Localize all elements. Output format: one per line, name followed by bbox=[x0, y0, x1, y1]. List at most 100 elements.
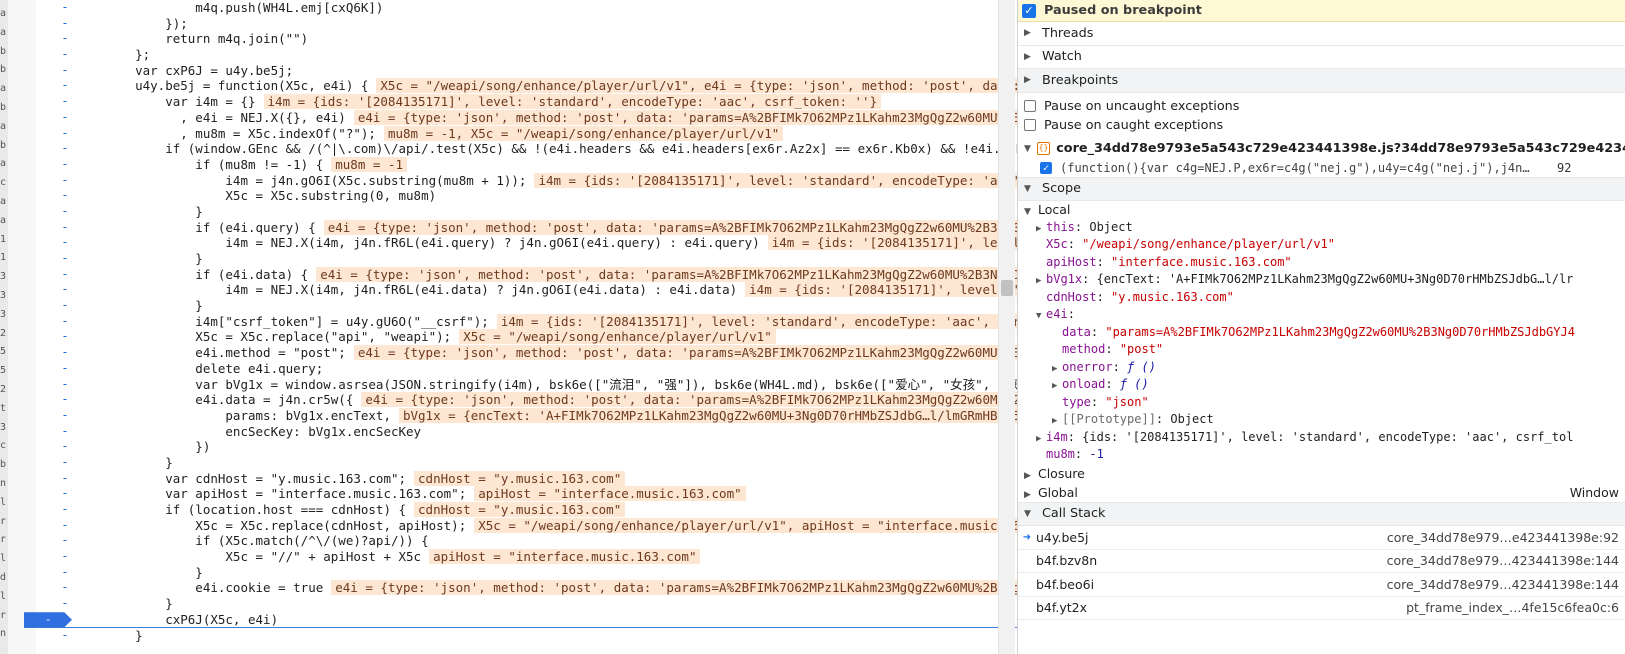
line-marker[interactable]: - bbox=[59, 628, 71, 644]
code-line[interactable]: - i4m = j4n.gO6I(X5c.substring(mu8m + 1)… bbox=[24, 172, 1035, 189]
line-marker[interactable]: - bbox=[59, 314, 71, 330]
line-marker[interactable]: - bbox=[59, 235, 71, 251]
current-breakpoint-marker[interactable]: - bbox=[24, 612, 72, 628]
scope-variable[interactable]: type: "json" bbox=[1018, 394, 1625, 412]
line-marker[interactable]: - bbox=[59, 126, 71, 142]
scope-variable[interactable]: ▶ onload: ƒ () bbox=[1018, 376, 1625, 394]
call-stack-frame[interactable]: b4f.beo6i core_34dd78e979…423441398e:144 bbox=[1018, 573, 1625, 597]
section-call-stack[interactable]: ▼ Call Stack bbox=[1018, 502, 1625, 526]
code-line[interactable]: - var cdnHost = "y.music.163.com"; cdnHos… bbox=[24, 470, 1034, 487]
scope-variable[interactable]: data: "params=A%2BFIMk7O62MPz1LKahm23MgQ… bbox=[1018, 324, 1625, 342]
code-line[interactable]: - m4q.push(WH4L.emj[cxQ6K]) bbox=[24, 0, 1034, 16]
line-marker[interactable]: - bbox=[59, 298, 71, 314]
line-marker[interactable]: - bbox=[59, 157, 71, 173]
line-marker[interactable]: - bbox=[59, 63, 71, 79]
line-marker[interactable]: - bbox=[59, 424, 71, 440]
code-line[interactable]: - i4m = NEJ.X(i4m, j4n.fR6L(e4i.data) ? … bbox=[24, 282, 1035, 298]
code-line[interactable]: - } bbox=[24, 628, 1034, 644]
scope-closure-header[interactable]: ▶ Closure bbox=[1018, 464, 1625, 484]
scope-variable[interactable]: ▶ this: Object bbox=[1018, 219, 1625, 237]
scope-variable[interactable]: ▶ i4m: {ids: '[2084135171]', level: 'stan… bbox=[1018, 429, 1625, 447]
scope-variable[interactable]: ▶ onerror: ƒ () bbox=[1018, 359, 1625, 377]
code-line[interactable]: - }); bbox=[24, 16, 1034, 32]
line-marker[interactable]: - bbox=[59, 0, 71, 16]
code-line[interactable]: - X5c = X5c.replace("api", "weapi"); X5c … bbox=[24, 329, 1034, 345]
line-marker[interactable]: - bbox=[59, 267, 71, 283]
pause-uncaught-row[interactable]: Pause on uncaught exceptions bbox=[1018, 97, 1625, 116]
line-marker[interactable]: - bbox=[59, 345, 71, 361]
code-line[interactable]: - if (window.GEnc && /(^|\.com)\/api/.te… bbox=[24, 141, 1035, 157]
line-marker[interactable]: - bbox=[59, 31, 71, 47]
scope-variable[interactable]: mu8m: -1 bbox=[1018, 446, 1625, 464]
line-marker[interactable]: - bbox=[59, 533, 71, 549]
pause-caught-row[interactable]: Pause on caught exceptions bbox=[1018, 116, 1625, 135]
line-marker[interactable]: - bbox=[59, 78, 71, 94]
code-line[interactable]: - e4i.method = "post"; e4i = {type: 'json… bbox=[24, 345, 1035, 361]
section-threads[interactable]: ▶ Threads bbox=[1018, 22, 1625, 46]
line-marker[interactable]: - bbox=[59, 173, 71, 189]
editor-scrollbar[interactable] bbox=[998, 0, 1015, 654]
breakpoint-entry[interactable]: ✓ (function(){var c4g=NEJ.P,ex6r=c4g("ne… bbox=[1018, 159, 1625, 178]
scope-variable[interactable]: ▼ e4i: bbox=[1018, 306, 1625, 324]
code-line[interactable]: - if (e4i.query) {e4i = {type: 'json', m… bbox=[24, 219, 1035, 236]
scope-global-header[interactable]: ▶ Global Window bbox=[1018, 483, 1625, 503]
line-marker[interactable]: - bbox=[59, 282, 71, 298]
code-line[interactable]: - } bbox=[24, 455, 1034, 471]
line-marker[interactable]: - bbox=[59, 518, 71, 534]
code-line[interactable]: - , e4i = NEJ.X({}, e4i) e4i = {type: 'js… bbox=[24, 109, 1035, 126]
code-line[interactable]: - i4m = NEJ.X(i4m, j4n.fR6L(e4i.query) ?… bbox=[24, 235, 1035, 251]
line-marker[interactable]: - bbox=[59, 220, 71, 236]
line-marker[interactable]: - bbox=[59, 16, 71, 32]
call-stack-frame[interactable]: b4f.bzv8n core_34dd78e979…423441398e:144 bbox=[1018, 550, 1625, 573]
scope-variable[interactable]: ▶ [[Prototype]]: Object bbox=[1018, 411, 1625, 429]
code-line[interactable]: - X5c = "//" + apiHost + X5c apiHost = "i… bbox=[24, 549, 1034, 565]
code-line[interactable]: - u4y.be5j = function(X5c, e4i) {X5c = "… bbox=[24, 78, 1035, 94]
code-line[interactable]: - } bbox=[24, 596, 1034, 612]
call-stack-frame[interactable]: ➜ u4y.be5j core_34dd78e979…e423441398e:92 bbox=[1018, 526, 1625, 550]
frame-location[interactable]: core_34dd78e979…423441398e:144 bbox=[1336, 553, 1625, 568]
code-line[interactable]: - delete e4i.query; bbox=[24, 361, 1034, 377]
scope-variable[interactable]: X5c: "/weapi/song/enhance/player/url/v1" bbox=[1018, 236, 1625, 254]
line-marker[interactable]: - bbox=[59, 251, 71, 267]
line-marker[interactable]: - bbox=[59, 47, 71, 63]
line-marker[interactable]: - bbox=[59, 361, 71, 377]
line-marker[interactable]: - bbox=[59, 94, 71, 110]
section-breakpoints[interactable]: ▶ Breakpoints bbox=[1018, 69, 1625, 93]
code-line[interactable]: - params: bVg1x.encText, bVg1x = {encText… bbox=[24, 407, 1035, 424]
line-marker[interactable]: - bbox=[59, 486, 71, 502]
code-line[interactable]: - e4i.cookie = true e4i = {type: 'json', … bbox=[24, 580, 1035, 596]
code-line[interactable]: - cxP6J(X5c, e4i) bbox=[24, 612, 1034, 628]
source-editor[interactable]: aabbababacaa113332552t3cbnlrrldlrn - m4q… bbox=[0, 0, 1035, 654]
line-marker[interactable]: - bbox=[59, 377, 71, 393]
line-marker[interactable]: - bbox=[59, 580, 71, 596]
section-watch[interactable]: ▶ Watch bbox=[1018, 46, 1625, 69]
breakpoint-file[interactable]: ▼ {} core_34dd78e9793e5a543c729e42344139… bbox=[1018, 139, 1625, 159]
code-line[interactable]: - if (mu8m != -1) {mu8m = -1 bbox=[24, 156, 1034, 173]
scope-local-header[interactable]: ▼ Local bbox=[1018, 201, 1625, 219]
code-line[interactable]: - e4i.data = j4n.cr5w({e4i = {type: 'jso… bbox=[24, 392, 1035, 408]
code-line[interactable]: - }) bbox=[24, 439, 1034, 455]
code-line[interactable]: - encSecKey: bVg1x.encSecKey bbox=[24, 424, 1034, 440]
code-line[interactable]: - if (e4i.data) {e4i = {type: 'json', me… bbox=[24, 266, 1035, 283]
pause-caught-checkbox[interactable] bbox=[1024, 119, 1036, 131]
code-line[interactable]: - X5c = X5c.replace(cdnHost, apiHost); X5… bbox=[24, 517, 1035, 534]
code-line[interactable]: - } bbox=[24, 298, 1034, 314]
frame-location[interactable]: pt_frame_index_…4fe15c6fea0c:6 bbox=[1336, 600, 1625, 615]
line-marker[interactable]: - bbox=[59, 455, 71, 471]
code-line[interactable]: - return m4q.join("") bbox=[24, 31, 1034, 47]
scope-variable[interactable]: apiHost: "interface.music.163.com" bbox=[1018, 254, 1625, 272]
line-marker[interactable]: - bbox=[59, 549, 71, 565]
code-line[interactable]: - } bbox=[24, 251, 1034, 267]
code-line[interactable]: - if (location.host === cdnHost) {cdnHos… bbox=[24, 502, 1034, 518]
line-marker[interactable]: - bbox=[59, 565, 71, 581]
code-line[interactable]: - i4m["csrf_token"] = u4y.gU6O("__csrf")… bbox=[24, 313, 1035, 330]
scope-variable[interactable]: method: "post" bbox=[1018, 341, 1625, 359]
breakpoint-enabled-checkbox[interactable]: ✓ bbox=[1040, 161, 1052, 174]
call-stack-frame[interactable]: b4f.yt2x pt_frame_index_…4fe15c6fea0c:6 bbox=[1018, 597, 1625, 620]
line-marker[interactable]: - bbox=[59, 408, 71, 424]
line-marker[interactable]: - bbox=[59, 439, 71, 455]
line-marker[interactable]: - bbox=[59, 110, 71, 126]
editor-scrollbar-thumb[interactable] bbox=[1001, 280, 1013, 296]
frame-location[interactable]: core_34dd78e979…423441398e:144 bbox=[1336, 577, 1625, 592]
line-marker[interactable]: - bbox=[59, 141, 71, 157]
